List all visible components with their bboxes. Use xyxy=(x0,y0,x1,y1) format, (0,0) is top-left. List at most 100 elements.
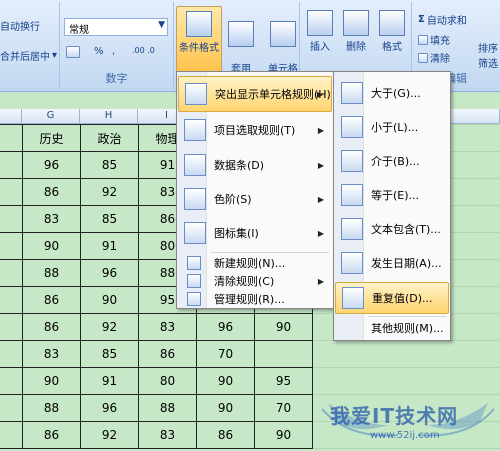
menu-item-icon-sets[interactable]: 图标集(I) ▶ xyxy=(178,216,332,250)
table-cell[interactable] xyxy=(0,367,23,395)
menu-item-equal-to[interactable]: 等于(E)... xyxy=(335,178,449,212)
table-cell[interactable]: 90 xyxy=(22,367,81,395)
table-cell[interactable]: 92 xyxy=(80,178,139,206)
menu-item-label: 数据条(D) xyxy=(214,159,265,172)
menu-item-greater-than[interactable]: 大于(G)... xyxy=(335,76,449,110)
table-cell[interactable]: 90 xyxy=(80,286,139,314)
table-cell[interactable] xyxy=(0,394,23,422)
table-cell[interactable] xyxy=(0,205,23,233)
table-cell[interactable]: 86 xyxy=(22,286,81,314)
table-cell[interactable]: 86 xyxy=(22,178,81,206)
table-cell[interactable] xyxy=(0,124,23,152)
merge-center-button[interactable]: 合并后居中 ▾ xyxy=(0,48,57,63)
currency-button[interactable] xyxy=(66,46,80,58)
format-button[interactable]: 格式 xyxy=(374,6,410,72)
table-cell[interactable]: 91 xyxy=(80,232,139,260)
table-cell[interactable]: 83 xyxy=(22,340,81,368)
clear-button[interactable]: 清除 xyxy=(418,50,450,65)
autosum-button[interactable]: Σ 自动求和 xyxy=(418,12,467,27)
format-label: 格式 xyxy=(382,42,402,53)
menu-item-between[interactable]: 介于(B)... xyxy=(335,144,449,178)
wrap-text-button[interactable]: 自动换行 xyxy=(0,18,40,33)
watermark-url: www.52ij.com xyxy=(370,430,440,441)
number-format-value: 常规 xyxy=(69,25,89,36)
table-cell[interactable]: 90 xyxy=(196,394,255,422)
table-cell[interactable] xyxy=(0,259,23,287)
menu-item-data-bars[interactable]: 数据条(D) ▶ xyxy=(178,148,332,182)
table-cell[interactable]: 86 xyxy=(22,421,81,449)
menu-item-duplicate-values[interactable]: 重复值(D)... xyxy=(335,282,449,314)
table-cell[interactable]: 80 xyxy=(138,367,197,395)
top-bottom-rules-icon xyxy=(184,119,206,141)
menu-item-clear-rules[interactable]: 清除规则(C) ▶ xyxy=(178,272,332,290)
menu-item-less-than[interactable]: 小于(L)... xyxy=(335,110,449,144)
table-cell[interactable]: 90 xyxy=(254,313,313,341)
table-cell[interactable]: 91 xyxy=(80,367,139,395)
table-cell[interactable] xyxy=(0,313,23,341)
table-cell[interactable]: 95 xyxy=(254,367,313,395)
conditional-format-label: 条件格式 xyxy=(179,43,219,54)
table-cell[interactable]: 88 xyxy=(138,394,197,422)
table-header-cell[interactable]: 政治 xyxy=(80,124,139,152)
watermark-text: 我爱IT技术网 xyxy=(330,404,459,428)
table-cell[interactable]: 96 xyxy=(196,313,255,341)
menu-item-highlight-rules[interactable]: 突出显示单元格规则(H) ▶ xyxy=(178,76,332,112)
table-cell[interactable]: 70 xyxy=(254,394,313,422)
table-cell[interactable]: 86 xyxy=(138,340,197,368)
less-than-icon xyxy=(341,116,363,138)
column-header-partial[interactable] xyxy=(0,109,22,124)
insert-button[interactable]: 插入 xyxy=(302,6,338,72)
number-format-select[interactable]: 常规 ▼ xyxy=(64,18,168,36)
delete-icon xyxy=(343,10,369,36)
menu-item-date-occurring[interactable]: 发生日期(A)... xyxy=(335,246,449,280)
table-cell[interactable]: 85 xyxy=(80,340,139,368)
column-header-g[interactable]: G xyxy=(22,109,80,124)
table-cell[interactable]: 90 xyxy=(196,367,255,395)
table-cell[interactable] xyxy=(0,178,23,206)
menu-item-top-bottom-rules[interactable]: 项目选取规则(T) ▶ xyxy=(178,112,332,148)
table-cell[interactable]: 85 xyxy=(80,151,139,179)
menu-item-text-contains[interactable]: 文本包含(T)... xyxy=(335,212,449,246)
table-cell[interactable]: 83 xyxy=(138,313,197,341)
table-cell[interactable]: 96 xyxy=(22,151,81,179)
table-format-button[interactable]: 套用 表格格式 xyxy=(218,6,264,90)
menu-item-color-scales[interactable]: 色阶(S) ▶ xyxy=(178,182,332,216)
table-cell[interactable]: 70 xyxy=(196,340,255,368)
table-cell[interactable] xyxy=(0,421,23,449)
duplicate-values-icon xyxy=(342,287,364,309)
table-cell[interactable] xyxy=(0,151,23,179)
table-cell[interactable] xyxy=(0,232,23,260)
fill-button[interactable]: 填充 xyxy=(418,32,450,47)
table-cell[interactable]: 90 xyxy=(254,421,313,449)
comma-button[interactable]: , xyxy=(112,46,115,57)
table-cell[interactable]: 88 xyxy=(22,394,81,422)
menu-item-more-rules[interactable]: 其他规则(M)... xyxy=(335,318,449,338)
conditional-format-button[interactable]: 条件格式 xyxy=(176,6,222,72)
column-header-h[interactable]: H xyxy=(80,109,138,124)
decimal-buttons[interactable]: .00 .0 xyxy=(132,46,155,55)
table-cell[interactable]: 96 xyxy=(80,394,139,422)
table-cell[interactable]: 96 xyxy=(80,259,139,287)
table-cell[interactable] xyxy=(254,340,313,368)
menu-item-manage-rules[interactable]: 管理规则(R)... xyxy=(178,290,332,308)
number-group: 常规 ▼ % , .00 .0 数字 xyxy=(60,2,174,88)
table-cell[interactable]: 83 xyxy=(138,421,197,449)
table-cell[interactable]: 86 xyxy=(196,421,255,449)
chevron-right-icon: ▶ xyxy=(317,276,324,286)
table-cell[interactable]: 83 xyxy=(22,205,81,233)
sort-filter-button[interactable]: 排序 筛选 xyxy=(478,40,498,70)
percent-button[interactable]: % xyxy=(94,46,104,57)
equal-to-icon xyxy=(341,184,363,206)
table-cell[interactable]: 85 xyxy=(80,205,139,233)
table-header-cell[interactable]: 历史 xyxy=(22,124,81,152)
table-cell[interactable]: 92 xyxy=(80,421,139,449)
table-cell[interactable]: 92 xyxy=(80,313,139,341)
menu-item-new-rule[interactable]: 新建规则(N)... xyxy=(178,254,332,272)
table-cell[interactable] xyxy=(0,340,23,368)
table-cell[interactable]: 86 xyxy=(22,313,81,341)
menu-item-label: 色阶(S) xyxy=(214,193,252,206)
table-cell[interactable]: 90 xyxy=(22,232,81,260)
table-cell[interactable]: 88 xyxy=(22,259,81,287)
table-cell[interactable] xyxy=(0,286,23,314)
delete-button[interactable]: 删除 xyxy=(338,6,374,72)
